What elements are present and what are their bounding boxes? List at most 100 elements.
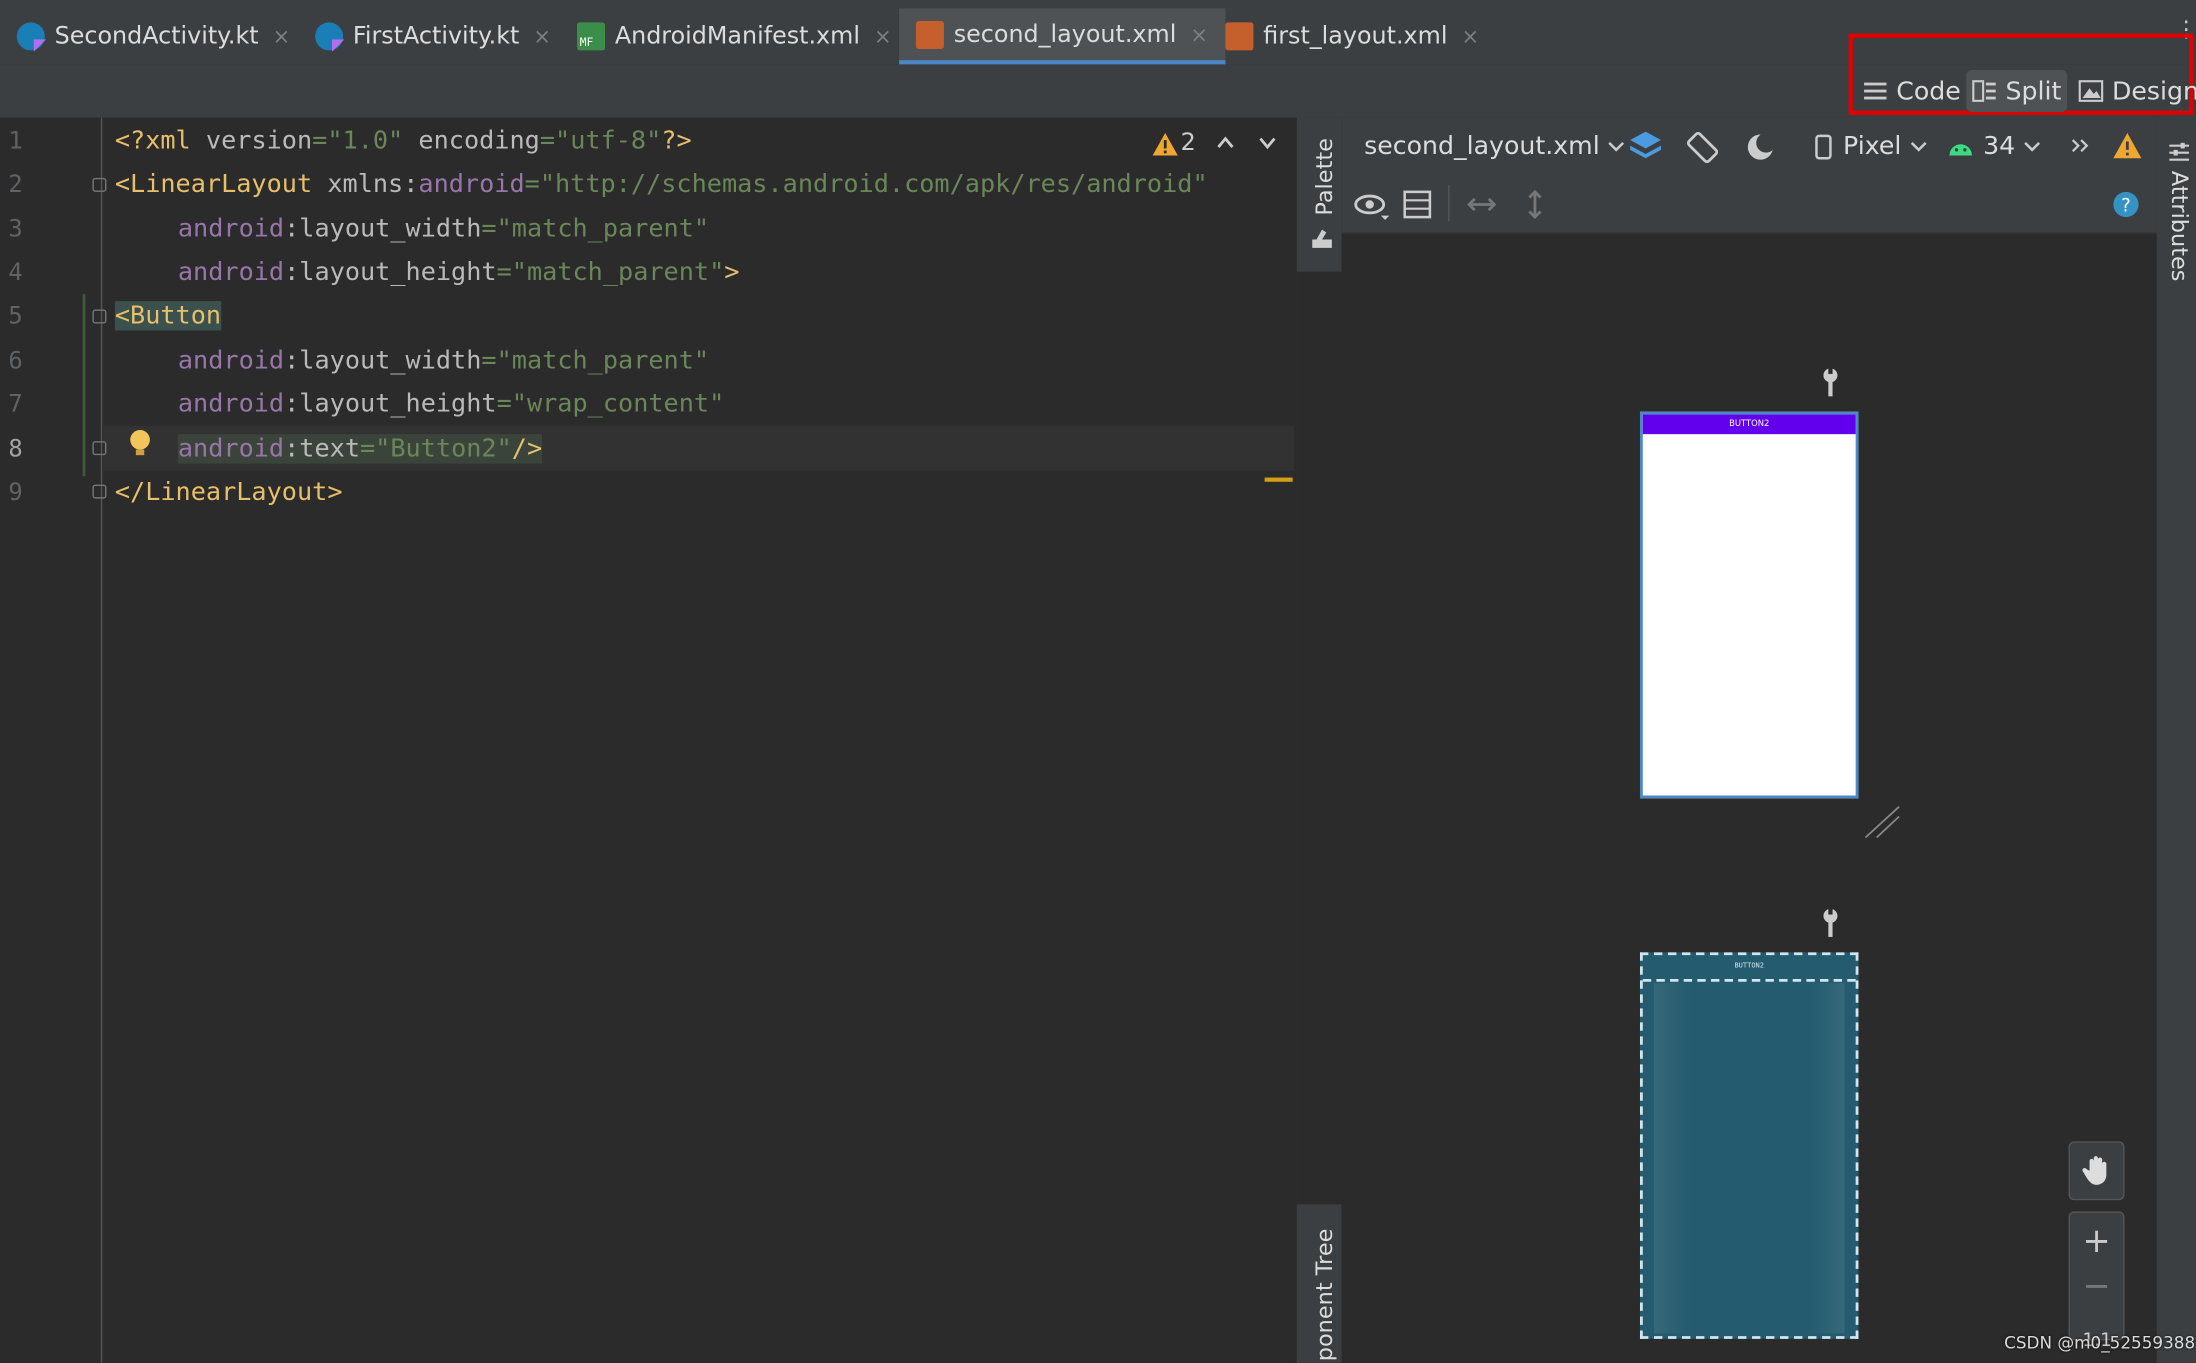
code-line-1[interactable]: <?xml version="1.0" encoding="utf-8"?> (115, 126, 692, 155)
palette-icon[interactable] (1309, 227, 1334, 249)
code-line-2[interactable]: <LinearLayout xmlns:android="http://sche… (115, 169, 1208, 198)
wrench-icon[interactable] (1819, 907, 1841, 939)
token: "match_parent" (496, 345, 710, 376)
layout-file-dropdown[interactable]: second_layout.xml (1364, 132, 1626, 161)
scrollbar-warning-marker[interactable] (1264, 477, 1293, 482)
fold-toggle-icon[interactable] (92, 441, 107, 456)
device-dropdown[interactable]: Pixel (1815, 132, 1928, 161)
previous-highlight-icon[interactable] (1216, 134, 1236, 151)
close-tab-icon[interactable]: × (874, 24, 892, 49)
warning-icon[interactable] (1151, 132, 1179, 157)
api-level-label: 34 (1983, 131, 2016, 162)
blueprint-preview-screen[interactable]: BUTTON2 (1639, 952, 1859, 1339)
orientation-icon[interactable] (1685, 129, 1721, 165)
change-marker (82, 294, 86, 477)
watermark: CSDN @m0_52559388 (2004, 1333, 2196, 1353)
vertical-resize-icon[interactable] (1524, 188, 1546, 222)
token: android (177, 345, 285, 376)
kotlin-file-icon (315, 22, 344, 51)
code-view-button[interactable]: Code (1863, 70, 1961, 112)
token: "wrap_content" (511, 389, 725, 419)
attributes-tab[interactable]: Attributes (2167, 171, 2194, 282)
token: = (481, 345, 497, 376)
tab-second-activity[interactable]: SecondActivity.kt × (16, 11, 291, 61)
close-tab-icon[interactable]: × (1461, 24, 1479, 49)
palette-tab[interactable]: Palette (1311, 138, 1338, 216)
token: = (539, 126, 556, 156)
night-mode-icon[interactable] (1744, 130, 1780, 166)
help-icon[interactable]: ? (2112, 190, 2140, 218)
fold-toggle-icon[interactable] (92, 177, 107, 192)
issues-warning-icon[interactable] (2112, 132, 2143, 160)
line-number: 3 (8, 215, 23, 244)
close-tab-icon[interactable]: × (273, 24, 291, 49)
overflow-chevrons-icon[interactable] (2070, 137, 2090, 154)
code-line-8[interactable]: android:text="Button2"/> (177, 434, 543, 464)
close-tab-icon[interactable]: × (533, 24, 551, 49)
code-line-3[interactable]: android:layout_width="match_parent" (178, 214, 709, 243)
token: :text (284, 434, 360, 464)
blueprint-toggle-icon[interactable] (1402, 189, 1433, 220)
token: = (496, 389, 512, 419)
token: > (724, 257, 740, 288)
split-view-icon (1972, 80, 1996, 102)
tab-second-layout[interactable]: second_layout.xml × (899, 8, 1225, 65)
split-view-button[interactable]: Split (1966, 70, 2068, 113)
token: <LinearLayout (114, 169, 313, 199)
code-line-7[interactable]: android:layout_height="wrap_content" (178, 389, 724, 418)
token: "http://schemas.android.com/apk/res/andr… (539, 169, 1208, 199)
line-number: 4 (8, 259, 23, 288)
manifest-badge: MF (579, 36, 594, 50)
code-line-9[interactable]: </LinearLayout> (115, 478, 343, 507)
design-view-button[interactable]: Design (2078, 70, 2196, 112)
line-number: 5 (8, 302, 23, 331)
close-tab-icon[interactable]: × (1190, 22, 1208, 47)
warning-count[interactable]: 2 (1181, 129, 1196, 157)
tab-android-manifest[interactable]: MF AndroidManifest.xml × (577, 11, 892, 61)
line-number-current: 8 (8, 435, 23, 464)
chevron-down-icon (1910, 141, 1927, 151)
toolbar-divider (1448, 184, 1450, 222)
svg-text:?: ? (2121, 195, 2131, 216)
more-options-icon[interactable]: ⋮ (2175, 18, 2196, 40)
token: :layout_height (284, 257, 497, 288)
preview-button[interactable]: BUTTON2 (1642, 414, 1856, 435)
token: android (177, 214, 285, 244)
token: :layout_height (284, 389, 497, 419)
code-line-4[interactable]: android:layout_height="match_parent"> (178, 258, 740, 287)
token: xmlns: (312, 169, 419, 199)
token: = (496, 257, 512, 288)
zoom-out-button[interactable]: − (2082, 1266, 2110, 1305)
view-options-eye-icon[interactable] (1353, 190, 1392, 221)
tab-first-layout[interactable]: first_layout.xml × (1225, 11, 1479, 61)
token: "utf-8" (555, 126, 662, 156)
layers-icon[interactable] (1627, 129, 1663, 165)
token: = (359, 434, 376, 464)
lightbulb-icon[interactable] (126, 427, 154, 461)
next-highlight-icon[interactable] (1258, 134, 1278, 151)
blueprint-button[interactable]: BUTTON2 (1642, 955, 1856, 982)
line-number: 9 (8, 478, 23, 507)
design-preview-screen[interactable]: BUTTON2 (1639, 411, 1859, 799)
zoom-in-button[interactable]: + (2082, 1221, 2110, 1260)
component-tree-tab[interactable]: ponent Tree (1311, 1229, 1338, 1362)
token: = (524, 169, 540, 199)
api-level-dropdown[interactable]: 34 (1947, 132, 2042, 161)
code-line-6[interactable]: android:layout_width="match_parent" (178, 346, 709, 375)
pan-hand-button[interactable] (2068, 1141, 2125, 1201)
wrench-icon[interactable] (1819, 366, 1841, 398)
token: /> (511, 434, 543, 464)
tab-label: FirstActivity.kt (352, 22, 520, 51)
fold-toggle-icon[interactable] (92, 309, 107, 324)
horizontal-resize-icon[interactable] (1465, 193, 1499, 215)
attributes-icon[interactable] (2167, 140, 2192, 165)
token: "match_parent" (496, 214, 710, 244)
tab-label: AndroidManifest.xml (614, 22, 860, 51)
token: version (190, 126, 313, 156)
resize-handle-icon[interactable] (1863, 804, 1902, 840)
tab-first-activity[interactable]: FirstActivity.kt × (315, 11, 551, 61)
fold-toggle-icon[interactable] (92, 484, 107, 499)
palette-panel-gap (1296, 271, 1342, 1205)
code-line-5[interactable]: <Button (114, 301, 222, 331)
design-view-label: Design (2111, 76, 2196, 106)
